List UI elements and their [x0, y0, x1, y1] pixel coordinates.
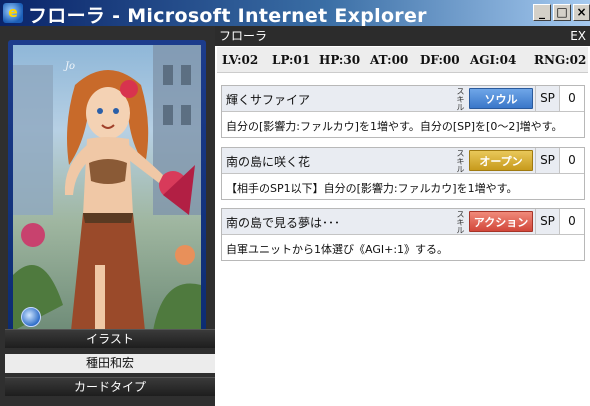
- skill-block: 輝くサファイア スキル ソウル SP 0 自分の[影響力:ファルカウ]を1増やす…: [221, 85, 585, 138]
- skill-description: 自軍ユニットから1体選び《AGI+:1》する。: [226, 243, 449, 256]
- stat-at: AT:00: [370, 53, 409, 67]
- close-button[interactable]: ×: [573, 4, 590, 21]
- card-name: フローラ: [219, 29, 268, 43]
- skill-tag: スキル: [456, 210, 465, 235]
- character-art: [13, 45, 201, 331]
- artist-signature: Jo: [65, 61, 76, 72]
- ie-icon: e: [3, 3, 23, 23]
- skill-block: 南の島で見る夢は･･･ スキル アクション SP 0 自軍ユニットから1体選び《…: [221, 208, 585, 261]
- sp-value: 0: [559, 148, 584, 173]
- skill-type-badge-soul: ソウル: [469, 88, 533, 109]
- skill-header: 南の島で見る夢は･･･ スキル アクション SP 0: [222, 209, 584, 235]
- skill-title: 南の島に咲く花: [226, 155, 311, 169]
- skill-tag: スキル: [456, 149, 465, 174]
- card-illustration[interactable]: Jo: [13, 45, 201, 331]
- skill-tag: スキル: [456, 87, 465, 112]
- stat-df: DF:00: [420, 53, 460, 67]
- skill-type-badge-action: アクション: [469, 211, 533, 232]
- sp-label: SP: [535, 209, 559, 234]
- skill-title: 南の島で見る夢は･･･: [226, 216, 341, 230]
- window-title-bar[interactable]: e フローラ - Microsoft Internet Explorer _ □…: [0, 0, 590, 26]
- sp-value: 0: [559, 209, 584, 234]
- card-rarity: EX: [570, 29, 586, 43]
- skill-description: 自分の[影響力:ファルカウ]を1増やす。自分の[SP]を[0～2]増やす。: [226, 120, 563, 133]
- skill-block: 南の島に咲く花 スキル オープン SP 0 【相手のSP1以下】自分の[影響力:…: [221, 147, 585, 200]
- sp-label: SP: [535, 86, 559, 111]
- illustrator-name: 種田和宏: [5, 354, 215, 373]
- stat-lv: LV:02: [222, 53, 259, 67]
- card-image-panel: Jo イラスト 種田和宏 カードタイプ: [0, 26, 215, 406]
- card-frame: Jo: [8, 40, 206, 336]
- element-orb-icon: [21, 307, 41, 327]
- maximize-button[interactable]: □: [553, 4, 571, 21]
- minimize-button[interactable]: _: [533, 4, 551, 21]
- skill-description: 【相手のSP1以下】自分の[影響力:ファルカウ]を1増やす。: [226, 182, 518, 195]
- stat-rng: RNG:02: [534, 53, 587, 67]
- skill-header: 輝くサファイア スキル ソウル SP 0: [222, 86, 584, 112]
- stat-lp: LP:01: [272, 53, 311, 67]
- window-title: フローラ - Microsoft Internet Explorer: [28, 5, 427, 26]
- sp-value: 0: [559, 86, 584, 111]
- card-header: フローラ EX: [215, 26, 590, 46]
- illustration-header: イラスト: [5, 329, 215, 348]
- skill-header: 南の島に咲く花 スキル オープン SP 0: [222, 148, 584, 174]
- stats-bar: LV:02 LP:01 HP:30 AT:00 DF:00 AGI:04 RNG…: [217, 47, 588, 73]
- sp-label: SP: [535, 148, 559, 173]
- card-type-header: カードタイプ: [5, 377, 215, 396]
- stat-hp: HP:30: [319, 53, 361, 67]
- skill-title: 輝くサファイア: [226, 93, 311, 107]
- skill-type-badge-open: オープン: [469, 150, 533, 171]
- stat-agi: AGI:04: [470, 53, 517, 67]
